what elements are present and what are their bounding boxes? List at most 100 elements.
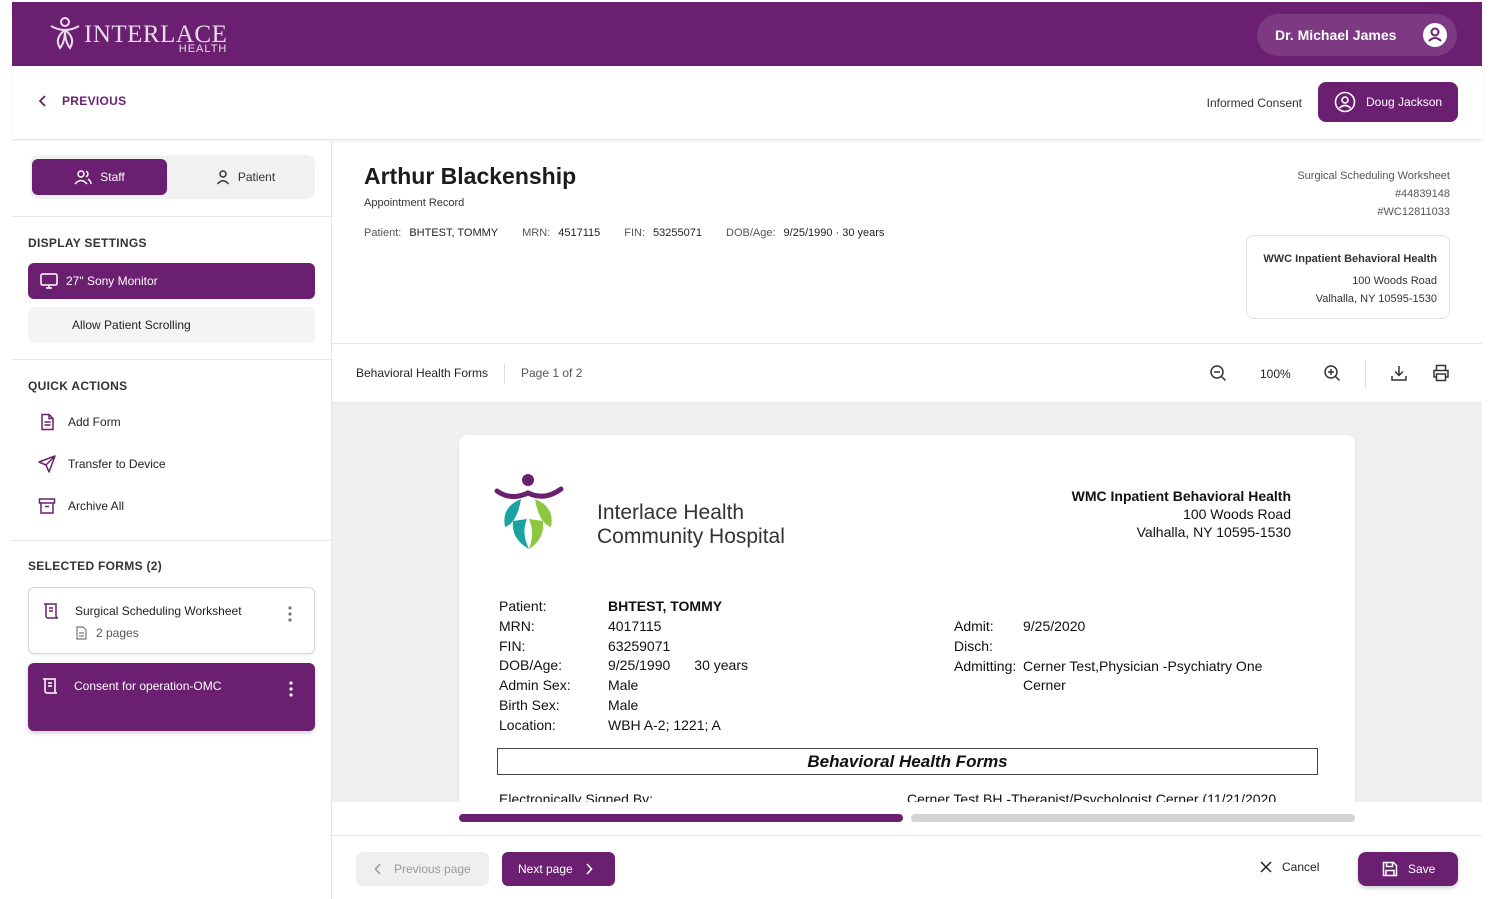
- chevron-left-icon: [374, 863, 381, 875]
- field-value: 9/25/1990: [608, 657, 671, 674]
- logo-mark-icon: [50, 17, 80, 50]
- form-meta: Surgical Scheduling Worksheet #44839148 …: [1297, 167, 1450, 221]
- file-text-icon: [41, 413, 54, 431]
- logo-subtext: HEALTH: [178, 42, 228, 55]
- logo[interactable]: INTERLACE HEALTH: [48, 14, 227, 54]
- tab-patient[interactable]: Patient: [178, 159, 313, 195]
- signed-by-value: Cerner Test BH -Therapist/Psychologist C…: [907, 791, 1277, 802]
- field-key: MRN:: [499, 617, 535, 634]
- save-icon: [1382, 861, 1398, 877]
- allow-scrolling-toggle[interactable]: Allow Patient Scrolling: [28, 307, 315, 343]
- field-row: Birth Sex: Male: [499, 696, 748, 716]
- download-icon[interactable]: [1390, 364, 1408, 382]
- field-row: MRN: 4017115: [499, 617, 748, 637]
- archive-icon: [38, 498, 56, 514]
- hospital-logo: [494, 474, 564, 549]
- print-icon[interactable]: [1432, 364, 1450, 382]
- document-page: Interlace Health Community Hospital WMC …: [459, 435, 1355, 802]
- info-key: DOB/Age:: [726, 227, 776, 239]
- add-form-label: Add Form: [68, 415, 121, 429]
- divider: [12, 359, 332, 360]
- info-key: MRN:: [522, 227, 551, 239]
- monitor-select-button[interactable]: 27" Sony Monitor: [28, 263, 315, 299]
- zoom-in-icon[interactable]: [1323, 364, 1341, 382]
- archive-all-label: Archive All: [68, 499, 125, 513]
- divider: [12, 540, 332, 541]
- facility-address: Valhalla, NY 10595-1530: [1136, 524, 1291, 540]
- close-icon: [1260, 861, 1272, 873]
- field-row: Admitting: Cerner Test,Physician -Psychi…: [954, 657, 1262, 697]
- field-value: Male: [608, 696, 639, 713]
- field-value-line: Cerner Test,Physician -Psychiatry One: [1023, 657, 1263, 674]
- monitor-label: 27" Sony Monitor: [66, 274, 158, 288]
- tab-staff[interactable]: Staff: [32, 159, 167, 195]
- previous-link[interactable]: PREVIOUS: [38, 94, 126, 108]
- file-icon: [76, 626, 87, 640]
- form-title: Consent for operation-OMC: [74, 679, 222, 693]
- signed-by-label: Electronically Signed By:: [499, 791, 654, 802]
- user-icon: [216, 170, 229, 185]
- scroll-form-icon: [43, 678, 58, 694]
- save-label: Save: [1408, 862, 1436, 876]
- location-address: Valhalla, NY 10595-1530: [1315, 293, 1437, 305]
- zoom-level: 100%: [1260, 367, 1291, 381]
- transfer-label: Transfer to Device: [68, 457, 166, 471]
- more-vertical-icon[interactable]: [289, 681, 293, 697]
- facility-name: WMC Inpatient Behavioral Health: [1071, 488, 1291, 504]
- field-key: Birth Sex:: [499, 696, 560, 713]
- top-bar: INTERLACE HEALTH Dr. Michael James: [12, 2, 1482, 66]
- sidebar: Staff Patient DISPLAY SETTINGS 27" Sony …: [12, 141, 332, 899]
- save-button[interactable]: Save: [1358, 852, 1458, 886]
- hospital-name: Interlace Health Community Hospital: [597, 501, 785, 549]
- info-key: Patient:: [364, 227, 402, 239]
- chevron-left-icon: [38, 95, 46, 107]
- field-row: FIN: 63259071: [499, 637, 748, 657]
- add-form-action[interactable]: Add Form: [38, 413, 121, 431]
- location-address: 100 Woods Road: [1352, 275, 1437, 287]
- divider: [1365, 360, 1366, 388]
- info-value: BHTEST, TOMMY: [409, 227, 499, 239]
- progress-segment-page-2[interactable]: [911, 814, 1355, 822]
- field-key: Admitting:: [954, 657, 1017, 674]
- user-menu-button[interactable]: Dr. Michael James: [1257, 14, 1457, 56]
- form-pages-label: 2 pages: [96, 626, 139, 640]
- previous-page-button[interactable]: Previous page: [356, 852, 489, 886]
- cancel-button[interactable]: Cancel: [1260, 860, 1319, 874]
- patient-select-button[interactable]: Doug Jackson: [1318, 82, 1458, 122]
- field-value: 63259071: [608, 637, 671, 654]
- role-toggle: Staff Patient: [30, 155, 315, 199]
- selected-form-card[interactable]: Surgical Scheduling Worksheet 2 pages: [28, 587, 315, 654]
- field-value-extra: 30 years: [694, 657, 748, 674]
- more-vertical-icon[interactable]: [288, 606, 292, 622]
- user-name: Dr. Michael James: [1275, 27, 1397, 43]
- patient-fields: Patient: BHTEST, TOMMY MRN: 4017115 FIN: 63…: [499, 597, 748, 736]
- info-value: 9/25/1990 · 30 years: [783, 227, 885, 239]
- facility-address: 100 Woods Road: [1183, 506, 1291, 522]
- document-viewer[interactable]: Interlace Health Community Hospital WMC …: [332, 403, 1482, 802]
- cancel-label: Cancel: [1282, 860, 1320, 874]
- form-title: Surgical Scheduling Worksheet: [75, 604, 242, 618]
- previous-label: PREVIOUS: [62, 94, 127, 108]
- next-page-button[interactable]: Next page: [502, 852, 615, 886]
- archive-all-action[interactable]: Archive All: [38, 497, 124, 515]
- zoom-out-icon[interactable]: [1209, 364, 1227, 382]
- app-window: INTERLACE HEALTH Dr. Michael James PREVI…: [12, 2, 1482, 899]
- field-value: WBH A-2; 1221; A: [608, 716, 721, 733]
- field-key: FIN:: [499, 637, 526, 654]
- admit-fields: Admit: 9/25/2020 Disch: Admitting: Cerner…: [954, 617, 1262, 696]
- progress-segment-page-1[interactable]: [459, 814, 903, 822]
- field-key: DOB/Age:: [499, 657, 563, 674]
- users-icon: [74, 170, 93, 185]
- display-settings-title: DISPLAY SETTINGS: [28, 236, 147, 250]
- location-card: WWC Inpatient Behavioral Health 100 Wood…: [1246, 235, 1450, 319]
- form-id: #44839148: [1394, 188, 1450, 200]
- selected-form-card-active[interactable]: Consent for operation-OMC: [28, 663, 315, 731]
- field-value: Cerner Test,Physician -Psychiatry One Cer…: [1023, 657, 1262, 697]
- page-indicator: Page 1 of 2: [521, 366, 583, 380]
- hospital-name-line: Community Hospital: [597, 525, 785, 548]
- tab-staff-label: Staff: [100, 170, 125, 184]
- document-toolbar: Behavioral Health Forms Page 1 of 2 100%: [332, 343, 1482, 403]
- previous-page-label: Previous page: [394, 862, 471, 876]
- sub-header: PREVIOUS Informed Consent Doug Jackson: [12, 66, 1482, 140]
- transfer-action[interactable]: Transfer to Device: [38, 455, 166, 473]
